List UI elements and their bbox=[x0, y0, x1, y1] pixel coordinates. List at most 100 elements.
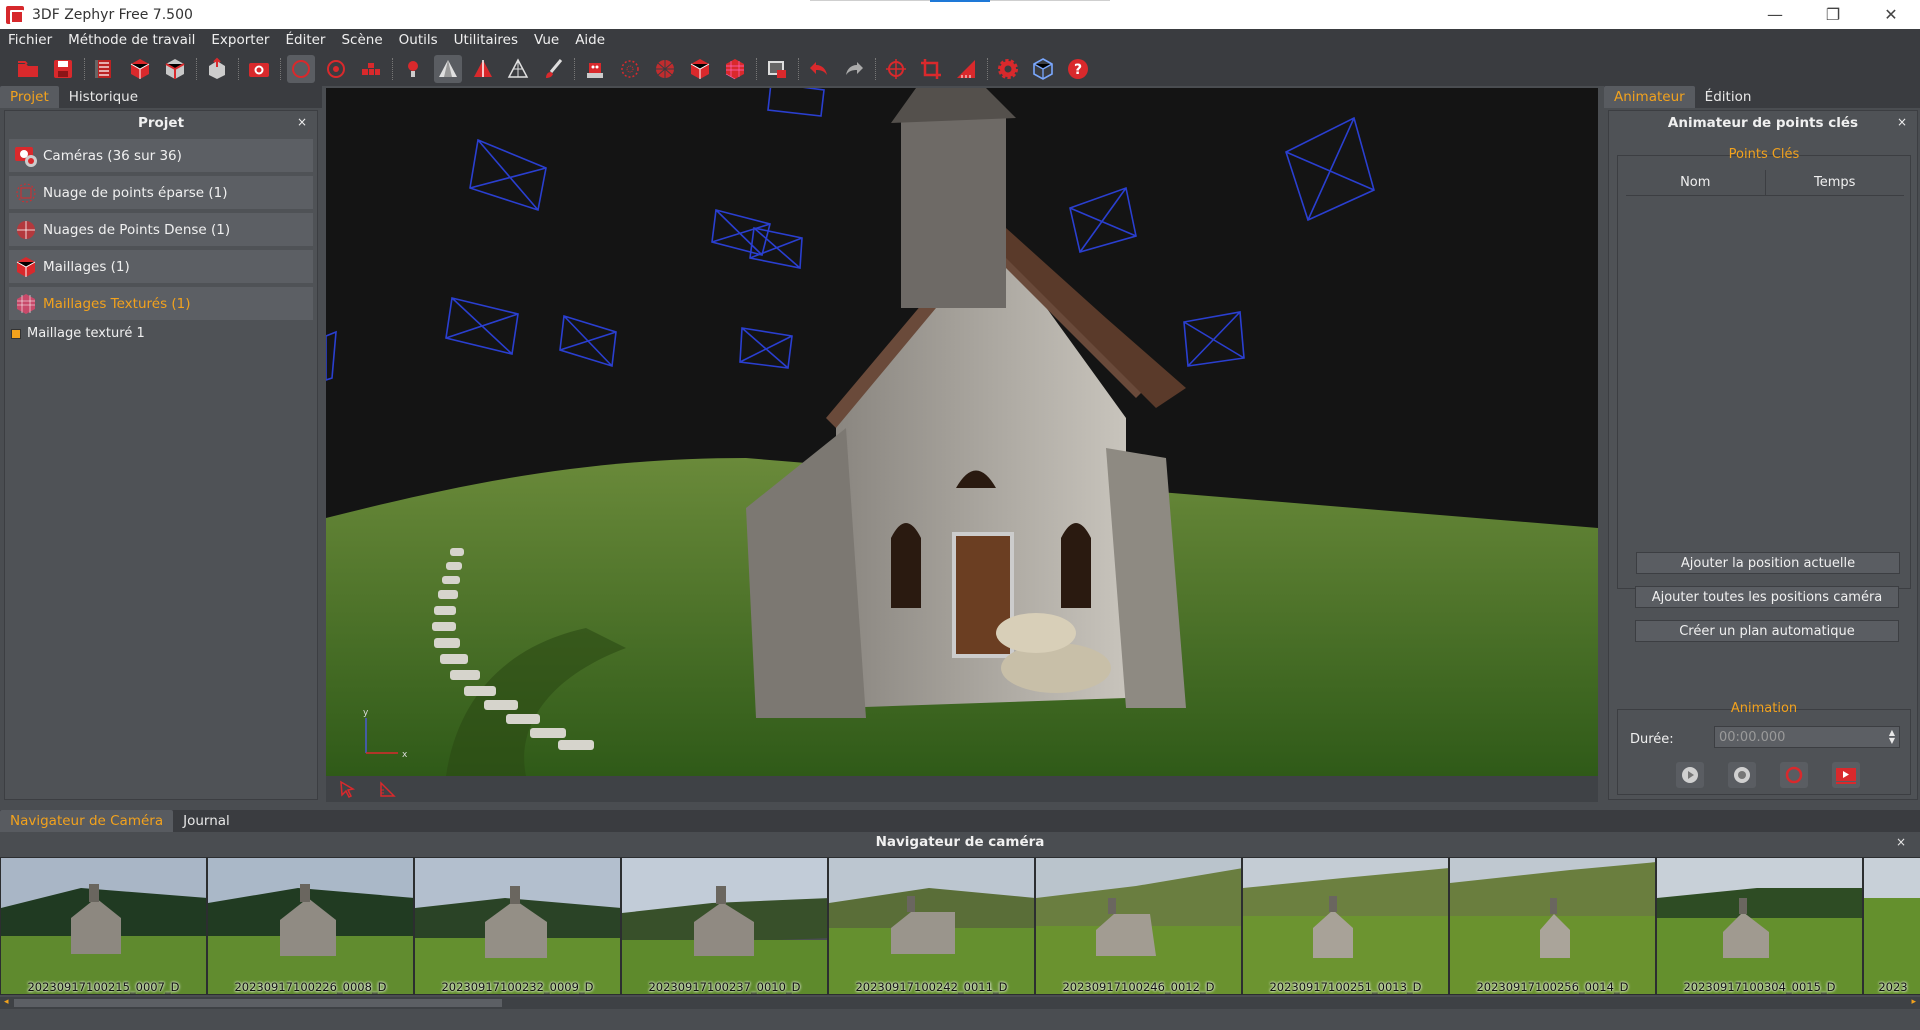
minimize-button[interactable]: — bbox=[1746, 0, 1804, 29]
duration-value: 00:00.000 bbox=[1719, 729, 1786, 745]
3d-viewport[interactable]: x y bbox=[326, 88, 1598, 776]
spinner-arrows-icon[interactable]: ▲ ▼ bbox=[1889, 729, 1895, 745]
camera-thumbnail[interactable]: 20230917100256_0014_D bbox=[1449, 857, 1656, 995]
camera-thumbnail[interactable]: 20230917100304_0015_D bbox=[1656, 857, 1863, 995]
horizontal-scrollbar[interactable]: ◂ ▸ bbox=[0, 997, 1920, 1009]
keypoints-label: Points Clés bbox=[1728, 147, 1800, 162]
add-all-camera-positions-button[interactable]: Ajouter toutes les positions caméra bbox=[1635, 586, 1899, 608]
record-button[interactable] bbox=[1728, 762, 1756, 788]
robot-icon[interactable] bbox=[581, 55, 609, 83]
menu-exporter[interactable]: Exporter bbox=[203, 32, 277, 48]
mesh-icon[interactable] bbox=[686, 55, 714, 83]
mesh-cube-icon[interactable] bbox=[126, 55, 154, 83]
shaded-view-icon[interactable] bbox=[434, 54, 462, 83]
toolbar: ? bbox=[0, 51, 1920, 86]
visibility-checkbox[interactable] bbox=[11, 328, 21, 339]
project-item-dense-cloud[interactable]: Nuages de Points Dense (1) bbox=[9, 213, 313, 246]
open-folder-icon[interactable] bbox=[14, 55, 42, 83]
wireframe-view-icon[interactable] bbox=[504, 55, 532, 83]
solid-view-icon[interactable] bbox=[469, 55, 497, 83]
tab-projet[interactable]: Projet bbox=[0, 86, 59, 108]
play-button[interactable] bbox=[1676, 762, 1704, 788]
column-nom[interactable]: Nom bbox=[1626, 170, 1766, 195]
scroll-right-icon[interactable]: ▸ bbox=[1911, 997, 1916, 1007]
camera-thumbnail[interactable]: 20230917100246_0012_D bbox=[1035, 857, 1242, 995]
menu-vue[interactable]: Vue bbox=[526, 32, 567, 48]
textured-mesh-entry[interactable]: Maillage texturé 1 bbox=[11, 326, 317, 341]
duration-input[interactable]: 00:00.000 ▲ ▼ bbox=[1714, 726, 1900, 748]
tab-edition[interactable]: Édition bbox=[1695, 86, 1762, 108]
menu-fichier[interactable]: Fichier bbox=[0, 32, 60, 48]
title-accent bbox=[930, 0, 990, 2]
menu-scene[interactable]: Scène bbox=[333, 32, 390, 48]
dense-cloud-icon[interactable] bbox=[651, 55, 679, 83]
add-current-position-button[interactable]: Ajouter la position actuelle bbox=[1636, 552, 1900, 574]
textured-mesh-icon[interactable] bbox=[721, 55, 749, 83]
tab-journal[interactable]: Journal bbox=[173, 810, 240, 832]
workflow-icon[interactable] bbox=[91, 55, 119, 83]
panel-title: Animateur de points clés bbox=[1667, 115, 1859, 131]
close-icon[interactable]: × bbox=[1896, 835, 1906, 849]
tab-historique[interactable]: Historique bbox=[59, 86, 148, 108]
camera-thumbnail[interactable]: 20230917100226_0008_D bbox=[207, 857, 414, 995]
scroll-left-icon[interactable]: ◂ bbox=[4, 997, 9, 1007]
camera-icon[interactable] bbox=[245, 55, 273, 83]
help-icon[interactable]: ? bbox=[1064, 55, 1092, 83]
menu-aide[interactable]: Aide bbox=[567, 32, 613, 48]
sparse-cloud-icon bbox=[16, 183, 36, 202]
toolbar-separator bbox=[987, 57, 988, 80]
paint-brush-icon[interactable] bbox=[539, 55, 567, 83]
tab-animateur[interactable]: Animateur bbox=[1604, 86, 1695, 108]
menu-editer[interactable]: Éditer bbox=[277, 32, 333, 48]
chapel-window-left bbox=[891, 523, 921, 608]
loop-button[interactable] bbox=[1780, 762, 1808, 788]
menu-methode[interactable]: Méthode de travail bbox=[60, 32, 203, 48]
create-auto-plan-button[interactable]: Créer un plan automatique bbox=[1635, 620, 1899, 642]
app-logo-icon bbox=[6, 5, 24, 24]
panel-title: Projet bbox=[137, 115, 185, 131]
camera-navigator-panel: Navigateur de caméra × 20230917100215_00… bbox=[0, 832, 1920, 1030]
settings-gear-icon[interactable] bbox=[994, 55, 1022, 83]
camera-thumbnail[interactable]: 20230917100237_0010_D bbox=[621, 857, 828, 995]
close-icon[interactable]: × bbox=[297, 115, 307, 129]
camera-thumbnail[interactable]: 20230917100232_0009_D bbox=[414, 857, 621, 995]
lighting-icon[interactable] bbox=[399, 55, 427, 83]
menu-outils[interactable]: Outils bbox=[391, 32, 446, 48]
measure-icon[interactable] bbox=[952, 55, 980, 83]
toolbar-separator bbox=[392, 57, 393, 80]
tab-navigateur-camera[interactable]: Navigateur de Caméra bbox=[0, 810, 174, 832]
camera-thumbnail[interactable]: 2023 bbox=[1863, 857, 1920, 995]
scrollbar-thumb[interactable] bbox=[14, 999, 502, 1007]
camera-thumbnail[interactable]: 20230917100242_0011_D bbox=[828, 857, 1035, 995]
sparse-cloud-icon[interactable] bbox=[616, 55, 644, 83]
maximize-button[interactable]: ❐ bbox=[1804, 0, 1862, 29]
menu-utilitaires[interactable]: Utilitaires bbox=[446, 32, 526, 48]
ruler-icon[interactable] bbox=[378, 780, 398, 798]
screenshot-icon[interactable] bbox=[763, 55, 791, 83]
undo-icon[interactable] bbox=[805, 55, 833, 83]
select-mode-icon[interactable] bbox=[287, 54, 315, 83]
scene-render: x y bbox=[326, 88, 1598, 776]
project-item-meshes[interactable]: Maillages (1) bbox=[9, 250, 313, 283]
play-icon bbox=[1682, 767, 1698, 783]
project-item-sparse-cloud[interactable]: Nuage de points éparse (1) bbox=[9, 176, 313, 209]
pointer-select-icon[interactable] bbox=[338, 780, 358, 798]
project-item-cameras[interactable]: Caméras (36 sur 36) bbox=[9, 139, 313, 172]
crop-icon[interactable] bbox=[917, 55, 945, 83]
orbit-icon[interactable] bbox=[322, 55, 350, 83]
redo-icon[interactable] bbox=[840, 55, 868, 83]
export-icon[interactable] bbox=[203, 55, 231, 83]
camera-thumbnail[interactable]: 20230917100251_0013_D bbox=[1242, 857, 1449, 995]
column-temps[interactable]: Temps bbox=[1766, 170, 1905, 195]
save-icon[interactable] bbox=[49, 55, 77, 83]
texture-cube-icon[interactable] bbox=[161, 55, 189, 83]
toolbar-separator bbox=[756, 57, 757, 80]
camera-thumbnail[interactable]: 20230917100215_0007_D bbox=[0, 857, 207, 995]
project-item-textured-meshes[interactable]: Maillages Texturés (1) bbox=[9, 287, 313, 320]
close-window-button[interactable]: ✕ bbox=[1862, 0, 1920, 29]
3df-cube-icon[interactable] bbox=[1029, 55, 1057, 83]
close-icon[interactable]: × bbox=[1897, 115, 1907, 129]
pan-icon[interactable] bbox=[357, 55, 385, 83]
transform-icon[interactable] bbox=[882, 55, 910, 83]
export-video-button[interactable] bbox=[1832, 762, 1860, 788]
